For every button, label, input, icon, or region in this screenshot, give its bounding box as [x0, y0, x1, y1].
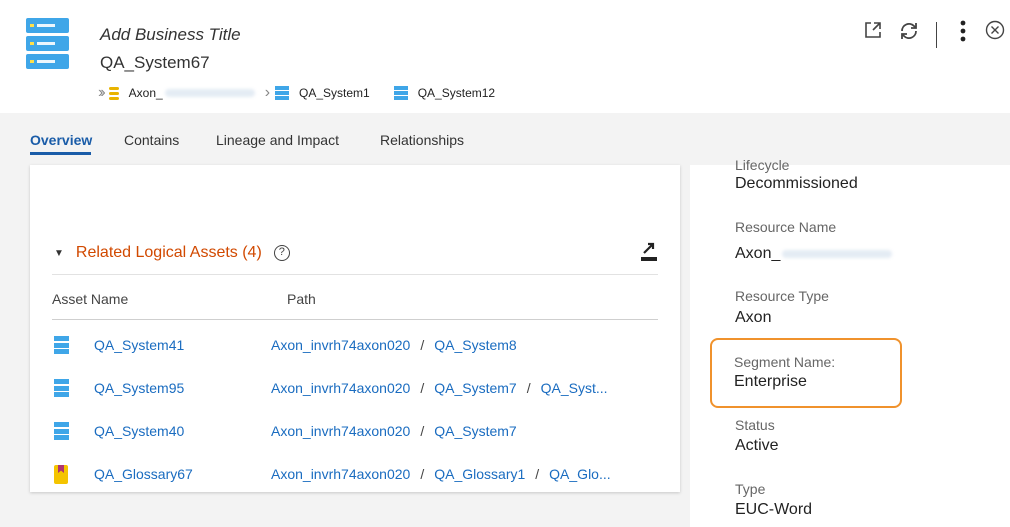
more-vert-icon[interactable] [950, 20, 976, 48]
segment-name-value: Enterprise [734, 373, 807, 390]
section-title: Related Logical Assets (4) [75, 244, 262, 261]
asset-path: Axon_invrh74axon020/QA_System7/QA_Syst..… [271, 380, 608, 396]
glossary-icon [54, 465, 68, 484]
asset-path: Axon_invrh74axon020/QA_System8 [271, 337, 517, 353]
breadcrumb: ›› Axon_ › QA_System1 QA_System12 [98, 84, 497, 102]
asset-path: Axon_invrh74axon020/QA_System7 [271, 423, 517, 439]
breadcrumb-item-system12[interactable]: QA_System12 [418, 86, 495, 100]
tab-lineage-and-impact[interactable]: Lineage and Impact [216, 132, 339, 148]
column-header-path: Path [287, 291, 316, 307]
resource-name-label: Resource Name [735, 219, 837, 235]
related-assets-card: ▼ Related Logical Assets (4) ? Asset Nam… [30, 165, 680, 492]
double-chevron-icon[interactable]: ›› [98, 84, 105, 102]
segment-name-label: Segment Name: [734, 354, 836, 370]
resource-type-label: Resource Type [735, 288, 829, 304]
tab-relationships[interactable]: Relationships [380, 132, 464, 148]
system-icon [54, 336, 69, 354]
close-circle-icon[interactable] [982, 20, 1008, 48]
asset-title: QA_System67 [100, 53, 210, 72]
open-new-window-icon[interactable] [860, 20, 886, 48]
tab-bar: Overview Contains Lineage and Impact Rel… [0, 113, 1010, 165]
table-row[interactable]: QA_System95 Axon_invrh74axon020/QA_Syste… [52, 374, 658, 418]
column-header-asset-name: Asset Name [52, 291, 129, 307]
system-icon [393, 86, 408, 100]
table-row[interactable]: QA_Glossary67 Axon_invrh74axon020/QA_Glo… [52, 460, 658, 504]
path-link[interactable]: QA_System7 [434, 380, 516, 396]
lifecycle-value: Decommissioned [735, 175, 858, 192]
divider [936, 22, 937, 48]
path-link[interactable]: QA_System8 [434, 337, 516, 353]
business-title[interactable]: Add Business Title [100, 25, 241, 45]
overview-content: ▼ Related Logical Assets (4) ? Asset Nam… [0, 165, 690, 527]
path-link[interactable]: QA_Syst... [541, 380, 608, 396]
path-link[interactable]: QA_System7 [434, 423, 516, 439]
system-icon [275, 86, 290, 100]
table-row[interactable]: QA_System41 Axon_invrh74axon020/QA_Syste… [52, 331, 658, 375]
path-link[interactable]: Axon_invrh74axon020 [271, 337, 410, 353]
asset-name-link[interactable]: QA_System41 [94, 337, 184, 353]
type-value: EUC-Word [735, 501, 813, 518]
resource-type-value: Axon [735, 309, 772, 326]
database-icon [108, 86, 119, 100]
tab-overview[interactable]: Overview [30, 132, 92, 148]
system-icon [54, 379, 69, 397]
path-link[interactable]: QA_Glossary1 [434, 466, 525, 482]
properties-panel: Lifecycle Decommissioned Resource Name A… [690, 157, 1010, 527]
asset-name-link[interactable]: QA_Glossary67 [94, 466, 193, 482]
refresh-icon[interactable] [896, 20, 922, 48]
path-link[interactable]: QA_Glo... [549, 466, 610, 482]
system-icon [26, 18, 69, 70]
type-label: Type [735, 481, 766, 497]
status-value: Active [735, 437, 779, 454]
system-icon [54, 422, 69, 440]
asset-name-link[interactable]: QA_System95 [94, 380, 184, 396]
status-label: Status [735, 417, 775, 433]
export-icon[interactable] [640, 242, 657, 262]
related-assets-header[interactable]: ▼ Related Logical Assets (4) ? [54, 244, 290, 262]
lifecycle-label: Lifecycle [735, 157, 790, 173]
asset-name-link[interactable]: QA_System40 [94, 423, 184, 439]
active-tab-indicator [30, 152, 91, 155]
resource-name-value: Axon_ [735, 245, 893, 263]
asset-path: Axon_invrh74axon020/QA_Glossary1/QA_Glo.… [271, 466, 611, 482]
divider [52, 319, 658, 320]
path-link[interactable]: Axon_invrh74axon020 [271, 466, 410, 482]
help-icon[interactable]: ? [273, 245, 290, 261]
tab-contains[interactable]: Contains [124, 132, 179, 148]
header-actions [850, 20, 1010, 50]
breadcrumb-item-system1[interactable]: QA_System1 [299, 86, 370, 100]
collapse-caret-icon[interactable]: ▼ [54, 248, 64, 259]
table-row[interactable]: QA_System40 Axon_invrh74axon020/QA_Syste… [52, 417, 658, 461]
path-link[interactable]: Axon_invrh74axon020 [271, 380, 410, 396]
chevron-right-icon: › [264, 84, 271, 101]
divider [52, 274, 658, 275]
asset-header: Add Business Title QA_System67 ›› Axon_ … [0, 0, 1010, 113]
path-link[interactable]: Axon_invrh74axon020 [271, 423, 410, 439]
breadcrumb-item-axon[interactable]: Axon_ [129, 86, 255, 100]
